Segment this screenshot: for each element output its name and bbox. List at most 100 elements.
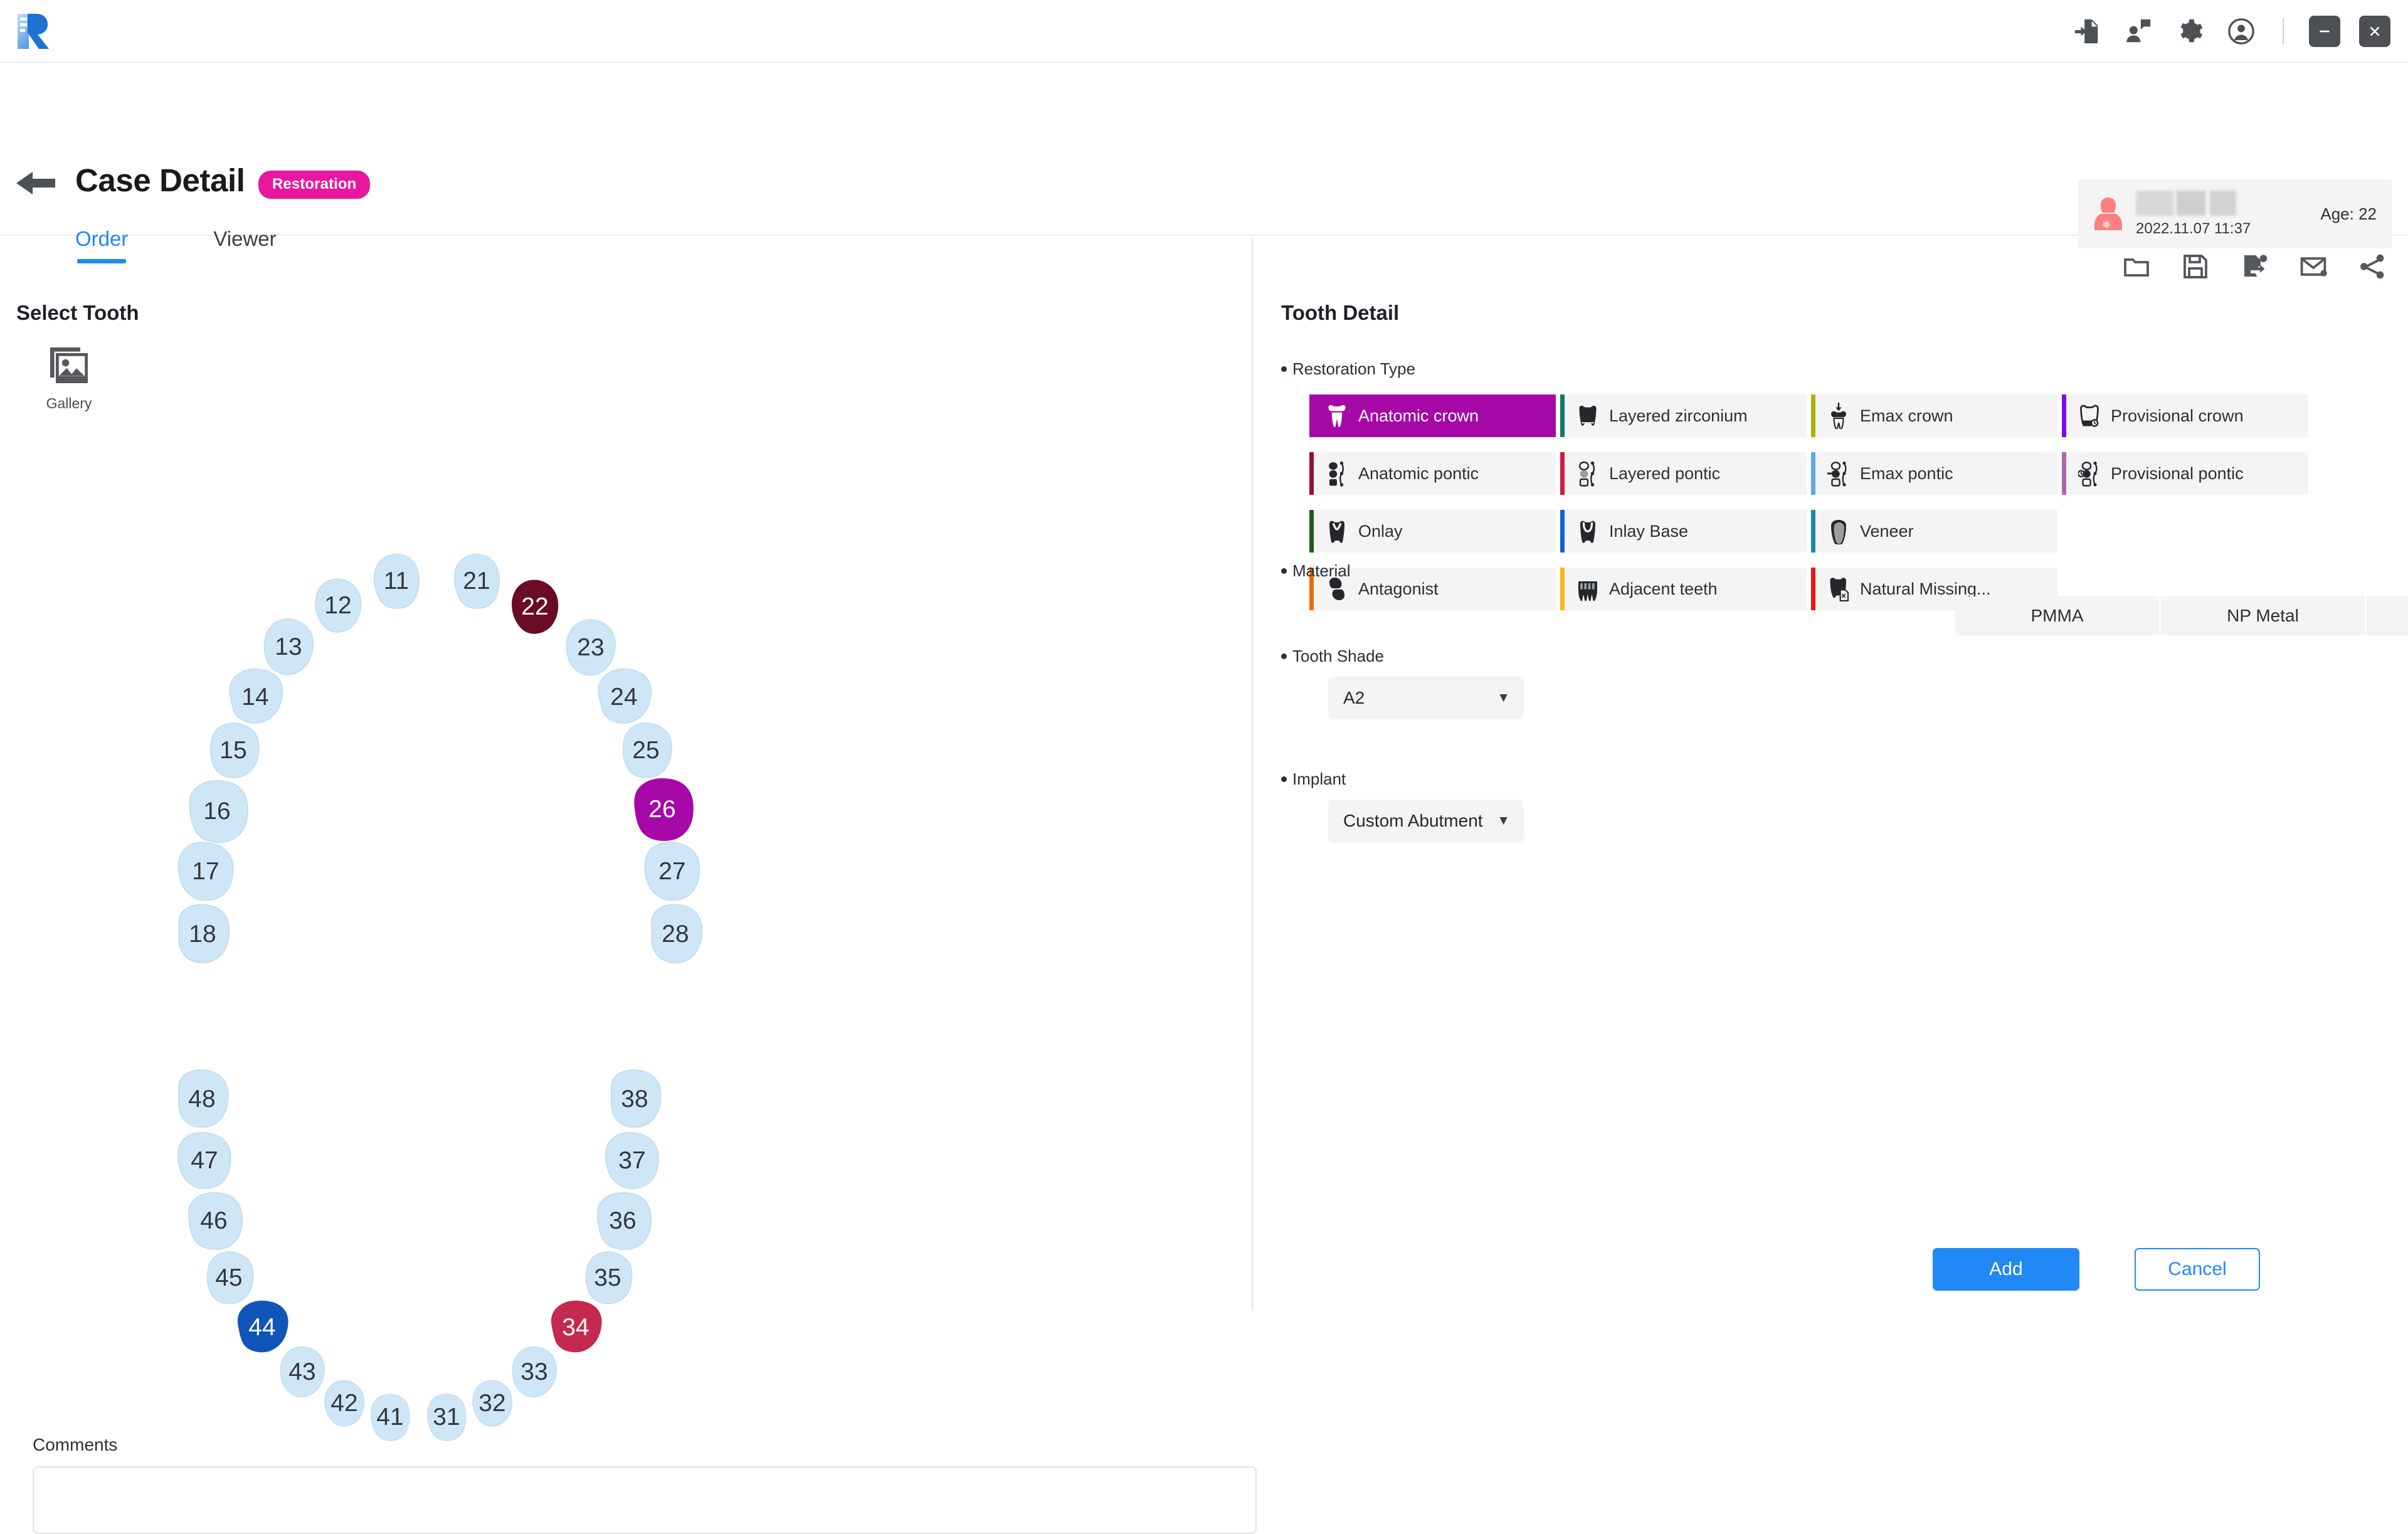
material-options: PMMANP MetalCompositeZirconia — [1955, 596, 2408, 635]
restoration-type-emax-pontic[interactable]: Emax pontic — [1811, 452, 2057, 495]
restoration-type-layered-zirconium[interactable]: Layered zirconium — [1560, 394, 1807, 437]
restoration-type-grid: Anatomic crown Layered zirconium Emax crow… — [1309, 394, 2313, 610]
restoration-type-label: Provisional pontic — [2111, 463, 2244, 483]
tooth-41[interactable]: 41 — [360, 1382, 420, 1452]
minimize-button[interactable] — [2309, 16, 2340, 47]
material-option-composite[interactable]: Composite — [2367, 596, 2408, 635]
tooth-11[interactable]: 11 — [361, 542, 431, 621]
accent-bar — [1309, 510, 1314, 553]
tooth-detail-title: Tooth Detail — [1281, 301, 1400, 324]
restoration-type-adjacent-teeth[interactable]: Adjacent teeth — [1560, 568, 1807, 610]
tooth-48[interactable]: 48 — [166, 1064, 238, 1135]
adjacent-teeth-icon — [1576, 576, 1599, 602]
bullet-dot — [1281, 568, 1287, 574]
patient-name-redacted — [2136, 190, 2236, 216]
material-option-np-metal[interactable]: NP Metal — [2161, 596, 2365, 635]
provisional-pontic-icon — [2078, 461, 2098, 487]
restoration-type-label: Veneer — [1860, 521, 1914, 541]
tooth-37[interactable]: 37 — [596, 1125, 668, 1197]
account-circle-icon[interactable] — [2225, 15, 2258, 48]
restoration-type-provisional-crown[interactable]: Provisional crown — [2062, 394, 2308, 437]
chevron-down-icon: ▼ — [1497, 690, 1510, 705]
restoration-type-label: Onlay — [1358, 521, 1403, 541]
tooth-shape — [611, 1069, 662, 1128]
titlebar-separator — [2283, 18, 2284, 45]
rayface-logo — [14, 11, 54, 51]
emax-crown-icon — [1827, 403, 1850, 429]
tooth-shade-label-text: Tooth Shade — [1292, 647, 1385, 665]
restoration-type-label: Antagonist — [1358, 579, 1439, 598]
tooth-shade-select[interactable]: A2 ▼ — [1328, 677, 1524, 719]
emax-pontic-icon — [1827, 461, 1847, 487]
close-button[interactable] — [2359, 16, 2390, 47]
implant-select[interactable]: Custom Abutment ▼ — [1328, 800, 1524, 842]
user-message-icon[interactable] — [2122, 15, 2155, 48]
gear-icon[interactable] — [2173, 15, 2206, 48]
accent-bar — [1811, 510, 1815, 553]
restoration-type-label-text: Restoration Type — [1292, 359, 1416, 378]
tooth-38[interactable]: 38 — [598, 1064, 671, 1135]
accent-bar — [1560, 510, 1565, 553]
anatomic-crown-icon — [1328, 405, 1346, 427]
restoration-type-veneer[interactable]: Veneer — [1811, 510, 2057, 553]
restoration-type-label: Emax crown — [1860, 406, 1953, 425]
patient-datetime: 2022.11.07 11:37 — [2136, 220, 2251, 237]
inlay-base-icon — [1580, 521, 1595, 543]
tooth-detail-panel: Tooth Detail Restoration Type Anatomic c… — [1254, 236, 2408, 1311]
restoration-type-anatomic-pontic[interactable]: Anatomic pontic — [1309, 452, 1556, 495]
provisional-crown-icon — [2080, 405, 2099, 427]
comments-label: Comments — [33, 1435, 118, 1454]
import-file-icon[interactable] — [2071, 15, 2103, 48]
select-tooth-panel: Select Tooth Gallery 18 17 16 15 14 13 12 11 21 2… — [0, 236, 1257, 1534]
material-option-pmma[interactable]: PMMA — [1955, 596, 2159, 635]
tooth-shade-label: Tooth Shade — [1281, 647, 1384, 666]
titlebar-icons — [2071, 0, 2390, 63]
onlay-icon — [1326, 518, 1348, 544]
material-label: Material — [1281, 561, 1350, 581]
title-bar — [0, 0, 2408, 63]
implant-label-text: Implant — [1292, 770, 1346, 788]
bullet-dot — [1281, 366, 1287, 372]
provisional-crown-icon — [2078, 403, 2101, 429]
accent-bar — [2062, 452, 2066, 495]
bullet-dot — [1281, 776, 1287, 782]
accent-bar — [1811, 394, 1815, 437]
adjacent-teeth-icon — [1578, 581, 1597, 601]
veneer-icon — [1831, 520, 1846, 544]
restoration-type-anatomic-crown[interactable]: Anatomic crown — [1309, 394, 1556, 437]
tooth-shape — [371, 1394, 410, 1441]
emax-crown-icon — [1831, 403, 1846, 429]
restoration-type-layered-pontic[interactable]: Layered pontic — [1560, 452, 1807, 495]
restoration-type-onlay[interactable]: Onlay — [1309, 510, 1556, 553]
comments-input[interactable] — [33, 1466, 1257, 1534]
restoration-type-label: Layered pontic — [1609, 463, 1721, 483]
layered-zirconium-icon — [1579, 405, 1597, 426]
provisional-pontic-icon — [2078, 460, 2101, 487]
restoration-type-emax-crown[interactable]: Emax crown — [1811, 394, 2057, 437]
add-button[interactable]: Add — [1933, 1248, 2079, 1291]
tooth-shape — [373, 554, 420, 609]
restoration-type-label: Restoration Type — [1281, 359, 1415, 379]
cancel-button[interactable]: Cancel — [2135, 1248, 2260, 1291]
onlay-icon — [1329, 521, 1344, 543]
accent-bar — [2062, 394, 2066, 437]
page-title: Case Detail — [75, 162, 245, 198]
restoration-type-inlay-base[interactable]: Inlay Base — [1560, 510, 1807, 553]
tooth-28[interactable]: 28 — [638, 897, 712, 971]
restoration-type-label: Inlay Base — [1609, 521, 1689, 541]
tooth-shape — [651, 904, 703, 963]
accent-bar — [1560, 568, 1565, 610]
natural-missing-icon — [1827, 576, 1850, 602]
restoration-type-label: Provisional crown — [2111, 406, 2244, 425]
layered-zirconium-icon — [1576, 403, 1599, 429]
implant-label: Implant — [1281, 770, 1346, 789]
restoration-type-provisional-pontic[interactable]: Provisional pontic — [2062, 452, 2308, 495]
status-badge: Restoration — [258, 171, 371, 199]
page-header: Case Detail Restoration Order Viewer 202… — [0, 63, 2408, 250]
emax-pontic-icon — [1827, 460, 1850, 487]
material-label-text: Material — [1292, 561, 1351, 580]
bullet-dot — [1281, 653, 1287, 659]
veneer-icon — [1827, 518, 1850, 544]
tooth-chart: 18 17 16 15 14 13 12 11 21 22 23 24 25 26 27 28 48 47 46 45… — [0, 236, 1252, 1441]
back-arrow-icon[interactable] — [16, 168, 55, 198]
